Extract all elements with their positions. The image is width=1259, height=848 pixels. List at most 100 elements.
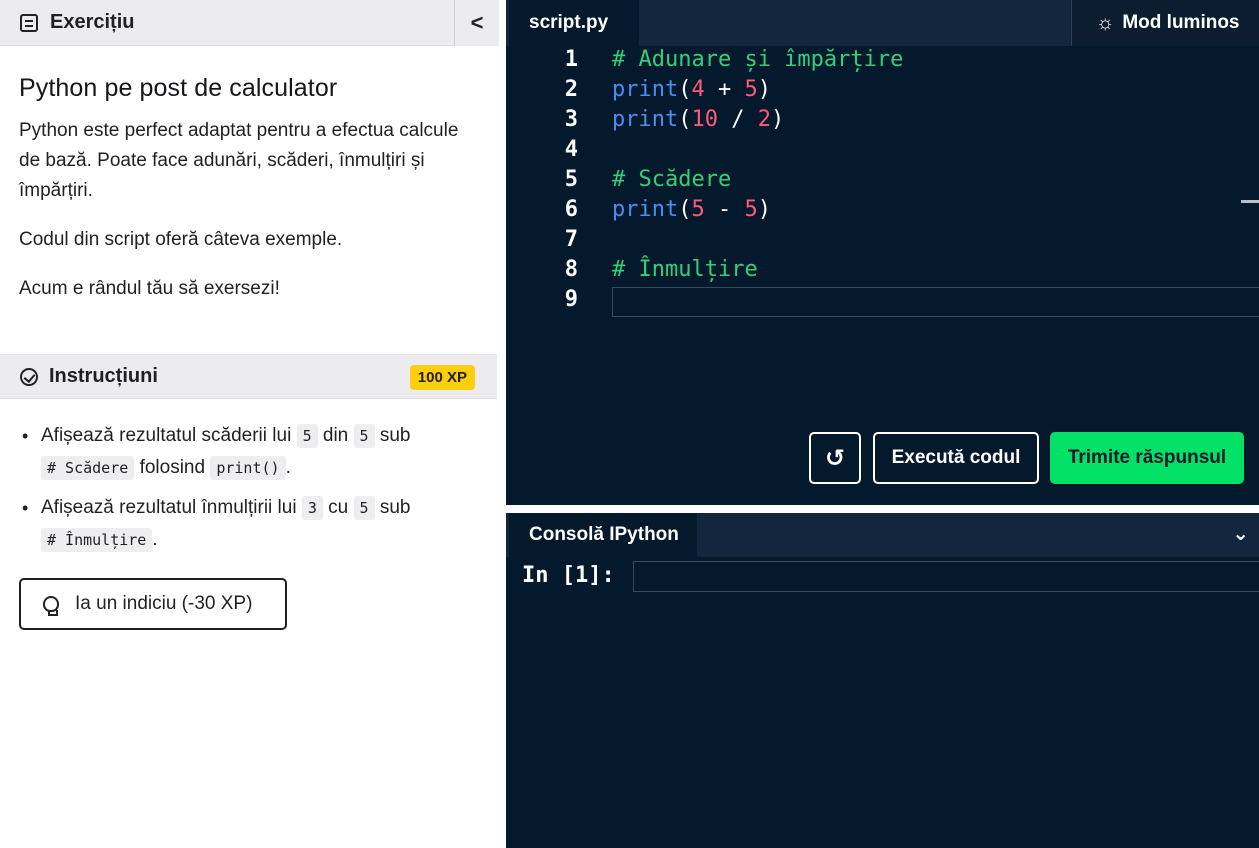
code-token: 4	[691, 77, 705, 102]
exercise-paragraph: Python este perfect adaptat pentru a efe…	[19, 120, 459, 201]
inline-code: 3	[301, 496, 323, 520]
code-line[interactable]: 8 # Înmulțire	[506, 257, 1259, 287]
inline-code: print()	[210, 456, 286, 480]
code-line[interactable]: 5 # Scădere	[506, 167, 1259, 197]
code-token: (	[678, 77, 692, 102]
instruction-text: sub	[379, 497, 411, 518]
instructions-list: Afișează rezultatul scăderii lui 5 din 5…	[0, 420, 497, 564]
line-number: 1	[564, 47, 578, 72]
lightbulb-icon	[43, 596, 59, 616]
code-editor: script.py ☼ Mod luminos 1 # Adunare și îm…	[506, 0, 1259, 505]
code-text: # Scădere	[612, 167, 731, 192]
tab-script-py[interactable]: script.py	[509, 0, 639, 46]
code-token: print	[612, 197, 679, 222]
console-tab-bar: Consolă IPython ⌄	[506, 513, 1259, 557]
exercise-header-title: Exercițiu	[50, 11, 135, 33]
hint-button[interactable]: Ia un indiciu (-30 XP)	[19, 578, 287, 630]
line-number: 5	[564, 167, 578, 192]
inline-code: # Înmulțire	[41, 528, 153, 552]
instruction-item: Afișează rezultatul scăderii lui 5 din 5…	[20, 420, 497, 484]
editor-scrollbar[interactable]	[1241, 200, 1259, 203]
chevron-left-icon: <	[470, 10, 484, 35]
instruction-text: Afișează rezultatul scăderii lui	[41, 425, 292, 446]
code-token: +	[704, 77, 745, 102]
code-token: 5	[744, 77, 758, 102]
code-token: # Scădere	[612, 167, 732, 192]
exercise-paragraph: Acum e rândul tău să exersezi!	[19, 278, 280, 299]
exercise-content: Python pe post de calculator Python este…	[0, 46, 499, 304]
code-line[interactable]: 2 print(4 + 5)	[506, 77, 1259, 107]
instruction-text: din	[322, 425, 349, 446]
document-icon	[20, 13, 38, 32]
sun-icon: ☼	[1096, 11, 1115, 34]
code-area[interactable]: 1 # Adunare și împărțire 2 print(4 + 5) 3 pri…	[506, 46, 1259, 312]
console-prompt: In [1]:	[522, 563, 615, 588]
active-code-line[interactable]	[612, 287, 1259, 317]
code-token: 5	[691, 197, 705, 222]
line-number: 3	[564, 107, 578, 132]
exercise-panel: Exercițiu < Python pe post de calculator…	[0, 0, 499, 848]
line-number: 2	[564, 77, 578, 102]
instruction-text: folosind	[139, 457, 206, 478]
code-token: (	[678, 107, 692, 132]
code-token: 5	[744, 197, 758, 222]
code-line[interactable]: 7	[506, 227, 1259, 257]
instruction-text: cu	[328, 497, 349, 518]
reset-button[interactable]: ↺	[809, 432, 861, 484]
run-code-button[interactable]: Execută codul	[873, 432, 1039, 484]
code-token: print	[612, 107, 679, 132]
reset-icon: ↺	[824, 444, 846, 472]
code-text: # Adunare și împărțire	[612, 47, 903, 72]
exercise-header: Exercițiu <	[0, 0, 499, 46]
submit-answer-button[interactable]: Trimite răspunsul	[1050, 432, 1244, 484]
code-token: /	[717, 107, 758, 132]
code-text: # Înmulțire	[612, 257, 758, 282]
inline-code: 5	[353, 496, 375, 520]
line-number: 8	[564, 257, 578, 282]
tab-ipython-console[interactable]: Consolă IPython	[509, 513, 697, 557]
code-token: # Adunare și împărțire	[612, 47, 904, 72]
code-token: )	[770, 107, 785, 132]
inline-code: 5	[296, 424, 318, 448]
workspace: script.py ☼ Mod luminos 1 # Adunare și îm…	[506, 0, 1259, 848]
console-input[interactable]	[633, 561, 1259, 592]
exercise-title: Python pe post de calculator	[19, 74, 338, 102]
code-token: # Înmulțire	[612, 257, 758, 282]
code-line[interactable]: 1 # Adunare și împărțire	[506, 47, 1259, 77]
hint-button-label: Ia un indiciu (-30 XP)	[75, 593, 253, 614]
line-number: 4	[564, 137, 578, 162]
instruction-text: sub	[379, 425, 411, 446]
code-line[interactable]: 3 print(10 / 2)	[506, 107, 1259, 137]
instruction-item: Afișează rezultatul înmulțirii lui 3 cu …	[20, 492, 497, 556]
instructions-header: Instrucțiuni 100 XP	[0, 354, 497, 399]
inline-code: # Scădere	[41, 456, 135, 480]
chevron-down-icon[interactable]: ⌄	[1232, 521, 1249, 546]
check-circle-icon	[20, 367, 38, 386]
instruction-text: Afișează rezultatul înmulțirii lui	[41, 497, 297, 518]
code-text: print(5 - 5)	[612, 197, 771, 222]
code-token: )	[757, 197, 771, 222]
code-token: print	[612, 77, 679, 102]
code-line[interactable]: 6 print(5 - 5)	[506, 197, 1259, 227]
inline-code: 5	[353, 424, 375, 448]
code-token: 10	[691, 107, 718, 132]
code-text: print(4 + 5)	[612, 77, 771, 102]
line-number: 7	[564, 227, 578, 252]
code-token: -	[704, 197, 745, 222]
code-token: )	[757, 77, 771, 102]
light-mode-button[interactable]: ☼ Mod luminos	[1071, 0, 1259, 46]
code-line[interactable]: 4	[506, 137, 1259, 167]
line-number: 6	[564, 197, 578, 222]
xp-badge: 100 XP	[409, 365, 475, 390]
editor-tab-bar: script.py ☼ Mod luminos	[506, 0, 1259, 46]
line-number: 9	[564, 287, 578, 312]
instruction-text: .	[285, 457, 291, 478]
exercise-paragraph: Codul din script oferă câteva exemple.	[19, 229, 343, 250]
instruction-text: .	[152, 529, 158, 550]
code-token: (	[678, 197, 692, 222]
instructions-title: Instrucțiuni	[49, 365, 158, 387]
code-text: print(10 / 2)	[612, 107, 784, 132]
ipython-console: Consolă IPython ⌄ In [1]:	[506, 513, 1259, 848]
light-mode-label: Mod luminos	[1122, 12, 1240, 33]
collapse-panel-button[interactable]: <	[454, 0, 499, 46]
